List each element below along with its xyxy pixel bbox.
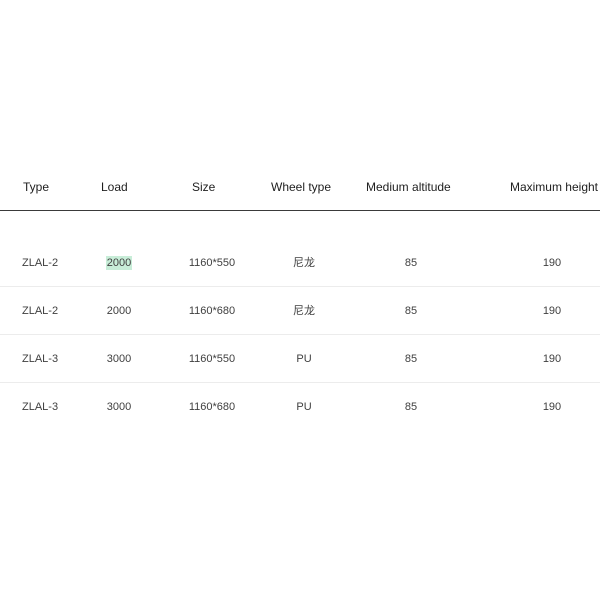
cell-medium-altitude: 85 (404, 353, 418, 365)
header-divider (0, 210, 600, 211)
cell-load: 3000 (106, 401, 132, 413)
cell-type: ZLAL-3 (22, 353, 59, 365)
column-header-load: Load (101, 180, 128, 194)
table-row: ZLAL-3 3000 1160*550 PU 85 190 (0, 335, 600, 383)
cell-wheel-type: PU (296, 401, 312, 413)
cell-wheel-type: 尼龙 (293, 305, 315, 317)
cell-maximum-height: 190 (542, 257, 562, 269)
cell-type: ZLAL-2 (22, 305, 59, 317)
cell-maximum-height: 190 (542, 305, 562, 317)
column-header-size: Size (192, 180, 216, 194)
cell-size: 1160*680 (188, 305, 236, 317)
column-header-medium-altitude: Medium altitude (366, 180, 451, 194)
cell-type: ZLAL-3 (22, 401, 59, 413)
cell-size: 1160*550 (188, 353, 236, 365)
highlighted-text: 2000 (105, 256, 133, 270)
table-header-row: Type Load Size Wheel type Medium altitud… (0, 163, 600, 211)
cell-load: 3000 (106, 353, 132, 365)
column-header-wheel-type: Wheel type (271, 180, 332, 194)
column-header-type: Type (23, 180, 50, 194)
cell-wheel-type: 尼龙 (293, 257, 315, 269)
cell-size: 1160*550 (188, 257, 236, 269)
cell-maximum-height: 190 (542, 353, 562, 365)
cell-maximum-height: 190 (542, 401, 562, 413)
cell-medium-altitude: 85 (404, 401, 418, 413)
cell-wheel-type: PU (296, 353, 312, 365)
column-header-maximum-height: Maximum height (509, 180, 598, 194)
spec-table: Type Load Size Wheel type Medium altitud… (0, 0, 600, 600)
table-row: ZLAL-2 2000 1160*550 尼龙 85 190 (0, 239, 600, 287)
cell-medium-altitude: 85 (404, 305, 418, 317)
cell-load: 2000 (106, 305, 132, 317)
cell-load: 2000 (89, 254, 149, 272)
table-row: ZLAL-3 3000 1160*680 PU 85 190 (0, 383, 600, 431)
cell-size: 1160*680 (188, 401, 236, 413)
cell-medium-altitude: 85 (404, 257, 418, 269)
table-row: ZLAL-2 2000 1160*680 尼龙 85 190 (0, 287, 600, 335)
cell-type: ZLAL-2 (22, 257, 59, 269)
